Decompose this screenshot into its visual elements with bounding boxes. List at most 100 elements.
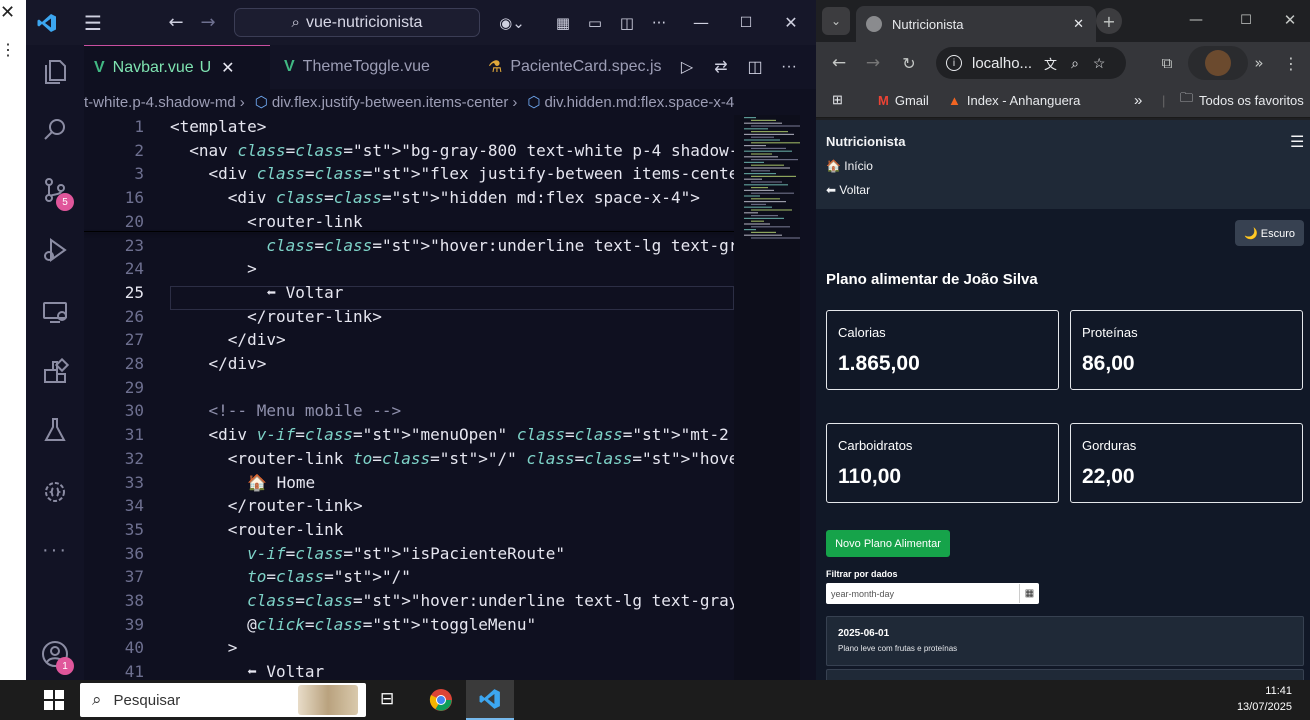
code-line[interactable]: @click=class="st">"toggleMenu" [170, 615, 536, 634]
compare-changes-icon[interactable]: ⇄ [704, 45, 738, 89]
address-bar[interactable]: i localho... 文 ⌕ ☆ [936, 47, 1126, 79]
back-arrow-icon[interactable]: ← [162, 0, 190, 45]
apps-grid-icon[interactable]: ⊞ [832, 84, 843, 116]
more-views-icon[interactable]: ··· [36, 531, 74, 569]
explorer-icon[interactable] [36, 53, 74, 91]
chrome-taskbar-icon[interactable] [418, 680, 464, 720]
code-line[interactable]: <router-link to=class="st">"/" class=cla… [170, 449, 734, 468]
system-clock[interactable]: 11:41 13/07/2025 [1237, 683, 1292, 715]
nav-link-home[interactable]: 🏠 Início [826, 159, 873, 173]
new-plan-button[interactable]: Novo Plano Alimentar [826, 530, 950, 557]
run-debug-icon[interactable] [36, 231, 74, 269]
date-filter-input[interactable]: year-month-day ▦ [826, 583, 1039, 604]
layout-icon[interactable]: ▦ [550, 0, 576, 45]
brand-title[interactable]: Nutricionista [826, 134, 905, 149]
command-search-input[interactable]: ⌕ vue-nutricionista [234, 8, 480, 37]
forward-arrow-icon[interactable]: → [860, 50, 886, 76]
task-view-icon[interactable]: ⊟ [380, 689, 394, 709]
settings-sync-icon[interactable] [36, 473, 74, 511]
remote-explorer-icon[interactable] [36, 293, 74, 331]
close-tab-icon[interactable]: ✕ [221, 58, 234, 77]
code-line[interactable]: ⬅ Voltar [170, 283, 343, 302]
code-line[interactable]: <div class=class="st">"hidden md:flex sp… [170, 188, 700, 207]
testing-flask-icon[interactable] [36, 411, 74, 449]
code-line[interactable]: <!-- Menu mobile --> [170, 401, 402, 420]
code-line[interactable]: ⬅ Voltar [170, 662, 324, 680]
chrome-menu-icon[interactable]: ⋮ [1278, 50, 1304, 76]
code-line[interactable]: <router-link [170, 520, 344, 539]
plan-list-item[interactable] [826, 669, 1304, 680]
breadcrumb-item[interactable]: ⬡ div.flex.justify-between.items-center [249, 93, 509, 112]
close-tab-icon[interactable]: ✕ [1073, 17, 1084, 32]
run-icon[interactable]: ▷ [670, 45, 704, 89]
breadcrumb-item[interactable]: t-white.p-4.shadow-md [84, 94, 236, 111]
breadcrumb-item[interactable]: ⬡ div.hidden.md:flex.space-x-4 [521, 93, 734, 112]
tab-search-icon[interactable]: ⌄ [822, 7, 850, 35]
code-line[interactable]: </router-link> [170, 496, 363, 515]
plan-list-item[interactable]: 2025-06-01 Plano leve com frutas e prote… [826, 616, 1304, 666]
code-line[interactable]: class=class="st">"hover:underline text-l… [170, 236, 734, 255]
tab-pacientecard-spec[interactable]: ⚗ PacienteCard.spec.js [470, 45, 670, 89]
theme-toggle-button[interactable]: 🌙 Escuro [1235, 220, 1304, 246]
back-arrow-icon[interactable]: ← [826, 50, 852, 76]
extensions-icon[interactable] [36, 353, 74, 391]
browser-tab[interactable]: Nutricionista ✕ [856, 6, 1096, 42]
tab-themetoggle-vue[interactable]: V ThemeToggle.vue [270, 45, 470, 89]
code-editor[interactable]: 1 <template> 2 <nav class=class="st">"bg-g… [84, 115, 734, 680]
code-line[interactable]: <template> [170, 117, 266, 136]
site-info-icon[interactable]: i [946, 55, 962, 71]
code-line[interactable]: <nav class=class="st">"bg-gray-800 text-… [170, 141, 734, 160]
code-line[interactable]: <router-link [170, 212, 363, 231]
code-line[interactable]: <div v-if=class="st">"menuOpen" class=cl… [170, 425, 734, 444]
split-editor-icon[interactable]: ◫ [738, 45, 772, 89]
minimap[interactable] [734, 115, 802, 680]
search-icon[interactable] [36, 111, 74, 149]
code-line[interactable]: > [170, 638, 238, 657]
reload-icon[interactable]: ↻ [896, 50, 922, 76]
editor-scrollbar[interactable] [802, 115, 816, 680]
code-line[interactable]: </div> [170, 330, 286, 349]
maximize-icon[interactable]: ☐ [1226, 0, 1266, 40]
bookmark-gmail[interactable]: M Gmail [878, 84, 929, 116]
nav-link-back[interactable]: ⬅ Voltar [826, 183, 870, 197]
minimize-icon[interactable]: — [681, 0, 721, 45]
code-line[interactable]: v-if=class="st">"isPacienteRoute" [170, 544, 565, 563]
zoom-icon[interactable]: ⌕ [1071, 55, 1079, 72]
minimize-icon[interactable]: — [1176, 0, 1216, 40]
close-icon[interactable]: ✕ [0, 2, 15, 23]
taskbar-search-input[interactable]: ⌕ Pesquisar [80, 683, 366, 717]
more-actions-icon[interactable]: ··· [772, 45, 806, 89]
source-control-icon[interactable]: 5 [36, 171, 74, 211]
menu-icon[interactable]: ☰ [78, 0, 108, 45]
maximize-icon[interactable]: ☐ [726, 0, 766, 45]
bookmark-star-icon[interactable]: ☆ [1093, 55, 1106, 72]
windows-start-icon[interactable] [44, 690, 64, 710]
code-line[interactable]: 🏠 Home [170, 473, 315, 492]
code-line[interactable]: to=class="st">"/" [170, 567, 411, 586]
bookmark-all-favorites[interactable]: 🗀 Todos os favoritos [1180, 84, 1304, 116]
code-line[interactable]: > [170, 259, 257, 278]
vscode-taskbar-icon[interactable] [466, 680, 514, 720]
hamburger-menu-icon[interactable]: ☰ [1290, 132, 1304, 152]
code-line[interactable]: class=class="st">"hover:underline text-l… [170, 591, 734, 610]
new-tab-icon[interactable]: + [1096, 8, 1122, 34]
forward-arrow-icon[interactable]: → [194, 0, 222, 45]
bookmark-anhanguera[interactable]: ▲ Index - Anhanguera [948, 84, 1080, 116]
tab-navbar-vue[interactable]: V Navbar.vue U ✕ [84, 45, 270, 89]
close-window-icon[interactable]: ✕ [1270, 0, 1310, 40]
extensions-icon[interactable]: ⧉ [1154, 50, 1180, 76]
side-panel-icon[interactable]: » [1246, 50, 1272, 76]
more-bookmarks-icon[interactable]: » [1134, 84, 1142, 116]
translate-icon[interactable]: 文 [1044, 54, 1057, 73]
calendar-icon[interactable]: ▦ [1019, 584, 1039, 603]
code-line[interactable]: <div class=class="st">"flex justify-betw… [170, 164, 734, 183]
more-icon[interactable]: ⋮ [0, 40, 17, 60]
toggle-panel-icon[interactable]: ▭ [582, 0, 608, 45]
accounts-icon[interactable]: 1 [36, 635, 74, 675]
more-actions-icon[interactable]: ··· [646, 0, 672, 45]
toggle-sidebar-icon[interactable]: ◫ [614, 0, 640, 45]
copilot-icon[interactable]: ◉⌄ [492, 0, 532, 45]
code-line[interactable]: </router-link> [170, 307, 382, 326]
profile-button[interactable] [1188, 46, 1248, 80]
code-line[interactable]: </div> [170, 354, 267, 373]
